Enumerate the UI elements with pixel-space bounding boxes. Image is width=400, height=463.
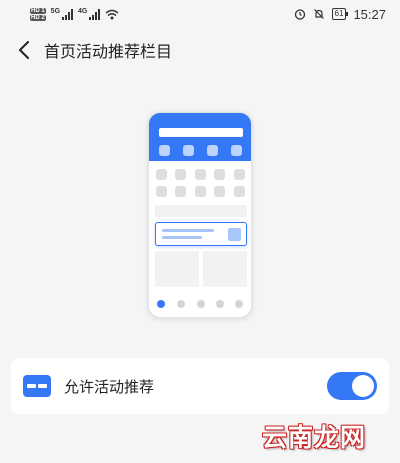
watermark-logo: 云南龙网: [262, 423, 367, 452]
hd2-badge: HD 2: [30, 14, 46, 21]
hd-indicators: HD 1 HD 2: [30, 7, 46, 21]
clock: 15:27: [353, 6, 386, 22]
illustration-tab: [207, 145, 218, 156]
illustration-grid-item: [175, 186, 186, 197]
mute-bell-icon: [313, 9, 324, 19]
illustration-header: [149, 113, 251, 161]
illustration-block: [203, 251, 247, 287]
illustration-nav-dot: [235, 300, 243, 308]
illustration-search-bar: [159, 128, 243, 137]
illustration-grid-item: [195, 186, 206, 197]
illustration-line: [162, 229, 214, 232]
illustration-tab: [183, 145, 194, 156]
illustration-grid-item: [234, 169, 245, 180]
alarm-icon: [294, 9, 305, 20]
illustration-nav-dot: [177, 300, 185, 308]
setting-label: 允许活动推荐: [64, 377, 155, 396]
chevron-left-icon: [19, 41, 29, 59]
status-right: 61 15:27: [294, 7, 386, 22]
illustration-nav-dot: [216, 300, 224, 308]
status-left: HD 1 HD 2 5G 4G: [30, 7, 119, 21]
illustration-block: [155, 251, 199, 287]
toggle-knob: [352, 375, 374, 397]
illustration-nav-dot: [157, 300, 165, 308]
illustration-grid-item: [234, 186, 245, 197]
illustration-grid-item: [175, 169, 186, 180]
card-icon: [23, 372, 51, 400]
illustration-grid-item: [195, 169, 206, 180]
wifi-icon: [105, 9, 119, 19]
app-header: 首页活动推荐栏目: [0, 28, 400, 72]
illustration-grid-item: [156, 186, 167, 197]
hd1-badge: HD 1: [30, 7, 46, 14]
illustration-recommend-card: [155, 222, 247, 246]
illustration-grid-item: [214, 169, 225, 180]
feature-illustration: [148, 112, 252, 318]
illustration-grid-item: [214, 186, 225, 197]
setting-row-allow-recommend[interactable]: 允许活动推荐: [11, 358, 389, 414]
network-type-1: 5G: [50, 7, 61, 15]
battery-icon: 61: [331, 8, 349, 20]
signal-icon-2: [89, 8, 101, 20]
allow-recommend-toggle[interactable]: [327, 372, 377, 400]
illustration-line: [162, 236, 202, 239]
illustration-grid-item: [156, 169, 167, 180]
illustration-tab: [231, 145, 242, 156]
status-bar: HD 1 HD 2 5G 4G 61 15:27: [0, 0, 400, 28]
illustration-nav-dot: [197, 300, 205, 308]
signal-icon: [62, 8, 74, 20]
back-button[interactable]: [2, 28, 46, 72]
illustration-thumb: [228, 228, 241, 241]
network-type-2: 4G: [78, 7, 88, 15]
page-title: 首页活动推荐栏目: [44, 42, 173, 61]
illustration-tab: [159, 145, 170, 156]
illustration-block: [155, 205, 247, 217]
